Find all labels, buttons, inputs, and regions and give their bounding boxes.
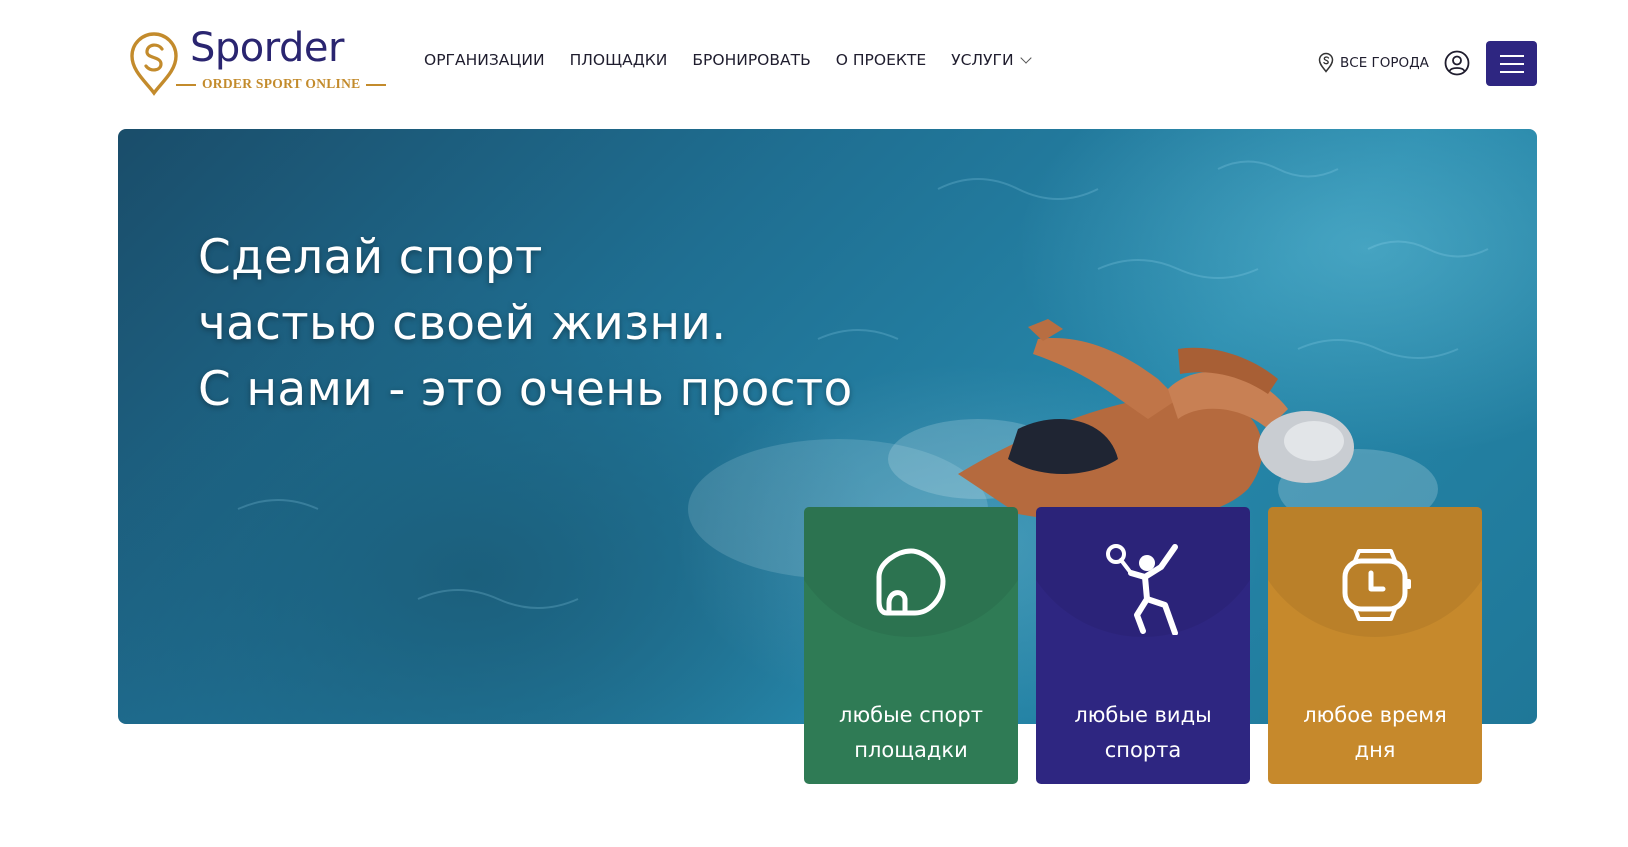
- hero-title-line: Сделай спорт: [198, 230, 543, 285]
- logo-tagline: ORDER SPORT ONLINE: [170, 76, 392, 92]
- nav-book[interactable]: БРОНИРОВАТЬ: [692, 51, 810, 69]
- main-nav: ОРГАНИЗАЦИИ ПЛОЩАДКИ БРОНИРОВАТЬ О ПРОЕК…: [424, 51, 1032, 69]
- nav-venues[interactable]: ПЛОЩАДКИ: [570, 51, 668, 69]
- feature-card-label: любое время дня: [1303, 703, 1447, 762]
- logo[interactable]: Sporder ORDER SPORT ONLINE: [128, 25, 387, 96]
- nav-about[interactable]: О ПРОЕКТЕ: [836, 51, 926, 69]
- tennis-player-icon: [1106, 544, 1178, 635]
- user-icon[interactable]: [1444, 50, 1470, 76]
- stadium-icon: [876, 548, 946, 616]
- feature-card-label: любые спорт площадки: [839, 703, 983, 762]
- feature-card-label: любые виды спорта: [1074, 703, 1212, 762]
- nav-services[interactable]: УСЛУГИ: [951, 51, 1032, 69]
- hero-title-line: частью своей жизни.: [198, 296, 727, 351]
- map-pin-icon: [1318, 52, 1334, 73]
- nav-services-label: УСЛУГИ: [951, 51, 1014, 69]
- logo-wordmark: Sporder: [190, 25, 344, 71]
- chevron-down-icon: [1019, 51, 1032, 64]
- feature-card-time[interactable]: любое время дня: [1268, 507, 1482, 784]
- hero-title-line: С нами - это очень просто: [198, 362, 853, 417]
- watch-clock-icon: [1342, 549, 1411, 621]
- hamburger-menu-icon[interactable]: [1486, 41, 1537, 86]
- hero-title: Сделай спорт частью своей жизни. С нами …: [198, 225, 853, 423]
- feature-card-sports[interactable]: любые виды спорта: [1036, 507, 1250, 784]
- nav-organizations[interactable]: ОРГАНИЗАЦИИ: [424, 51, 545, 69]
- feature-card-venues[interactable]: любые спорт площадки: [804, 507, 1018, 784]
- city-label: ВСЕ ГОРОДА: [1340, 54, 1429, 71]
- city-selector[interactable]: ВСЕ ГОРОДА: [1318, 52, 1429, 73]
